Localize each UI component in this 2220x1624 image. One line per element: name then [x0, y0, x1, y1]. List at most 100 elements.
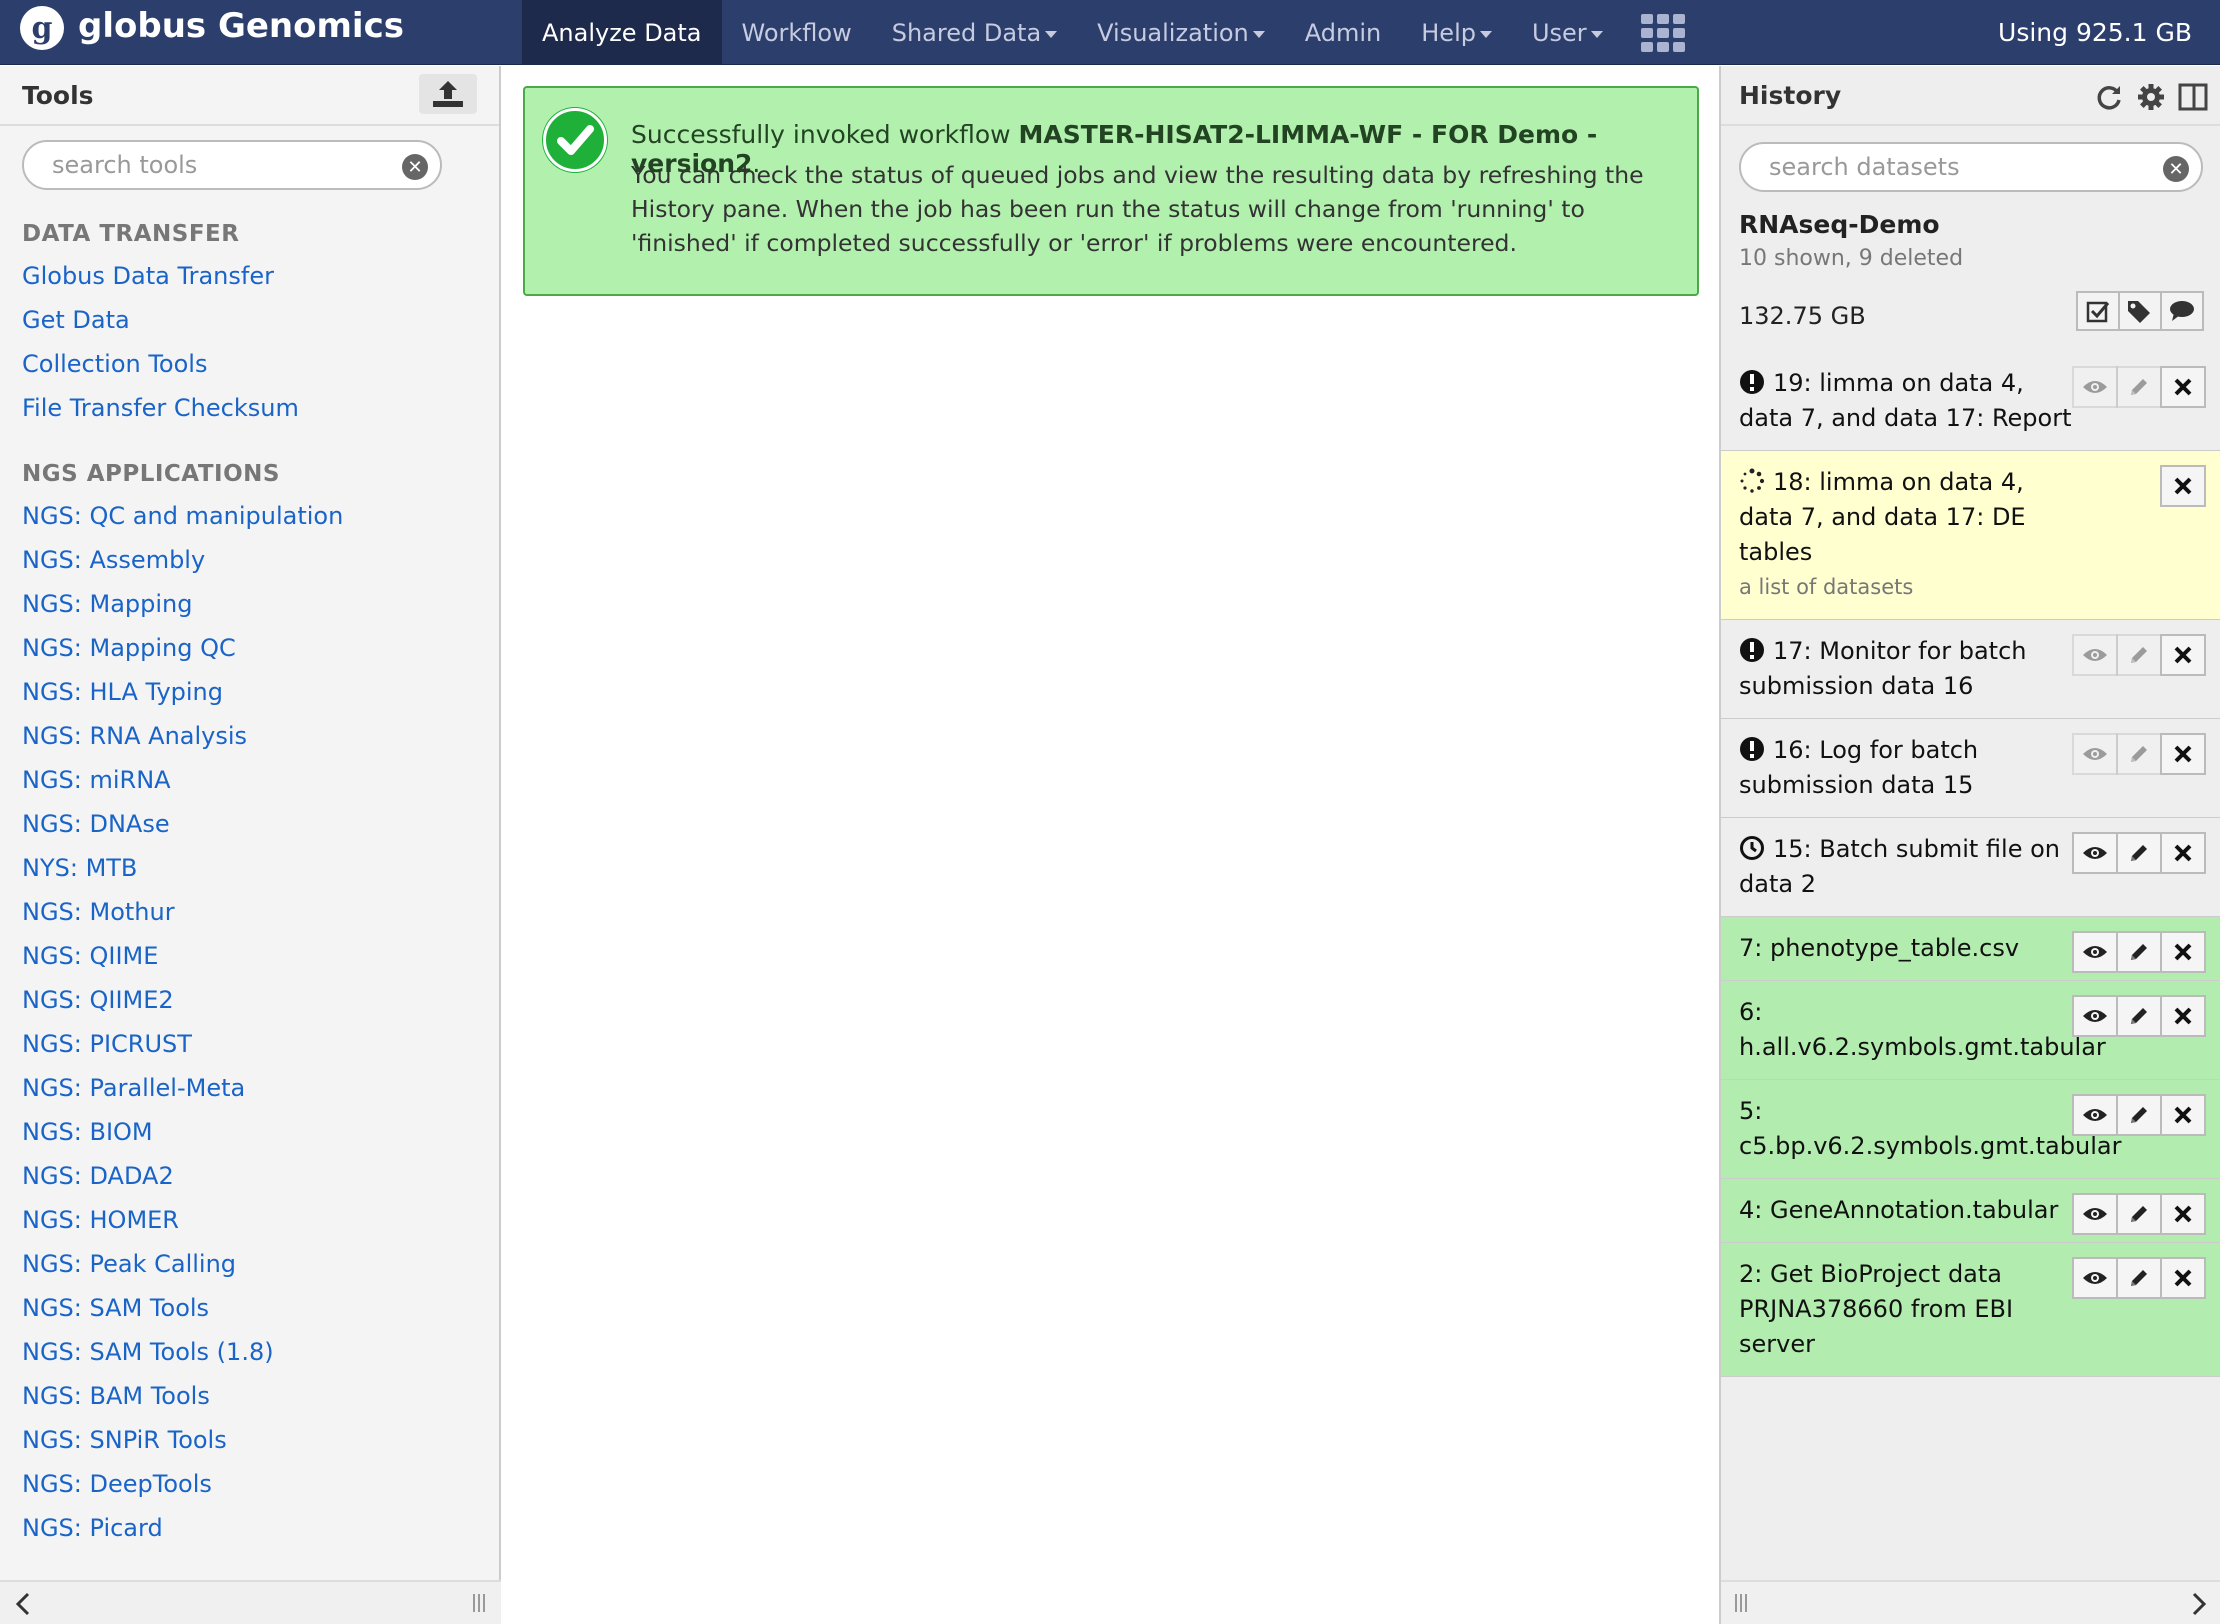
history-panel-scrollbar[interactable]	[1721, 1580, 2220, 1624]
select-items-button[interactable]	[2076, 291, 2120, 331]
resize-grip-icon[interactable]	[469, 1588, 489, 1618]
tool-search-input[interactable]: search tools ✕	[22, 140, 442, 190]
delete-button[interactable]	[2160, 465, 2206, 507]
edit-button[interactable]	[2116, 1094, 2162, 1136]
nav-help[interactable]: Help	[1401, 0, 1512, 65]
view-button[interactable]	[2072, 1094, 2118, 1136]
brand[interactable]: g globus Genomics	[20, 6, 404, 58]
delete-button[interactable]	[2160, 1193, 2206, 1235]
tool-link[interactable]: NGS: HLA Typing	[22, 670, 492, 714]
dataset-title[interactable]: 2: Get BioProject data PRJNA378660 from …	[1739, 1260, 2013, 1358]
dataset-title[interactable]: 15: Batch submit file on data 2	[1739, 835, 2060, 898]
delete-button[interactable]	[2160, 634, 2206, 676]
view-button[interactable]	[2072, 366, 2118, 408]
tool-link[interactable]: NGS: Peak Calling	[22, 1242, 492, 1286]
tool-link[interactable]: NGS: BIOM	[22, 1110, 492, 1154]
upload-button[interactable]	[419, 74, 477, 114]
dataset-item[interactable]: 19: limma on data 4, data 7, and data 17…	[1721, 352, 2220, 451]
tool-link[interactable]: Get Data	[22, 298, 492, 342]
tool-link[interactable]: NGS: SNPiR Tools	[22, 1418, 492, 1462]
clear-search-icon[interactable]: ✕	[2163, 156, 2189, 182]
nav-analyze-data[interactable]: Analyze Data	[522, 0, 722, 65]
tool-link[interactable]: NGS: DeepTools	[22, 1462, 492, 1506]
tool-link[interactable]: File Transfer Checksum	[22, 386, 492, 430]
dataset-title[interactable]: 7: phenotype_table.csv	[1739, 934, 2019, 962]
view-button[interactable]	[2072, 931, 2118, 973]
dataset-title[interactable]: 6: h.all.v6.2.symbols.gmt.tabular	[1739, 998, 2106, 1061]
tool-link[interactable]: NGS: Picard (1.128)	[22, 1550, 492, 1554]
delete-button[interactable]	[2160, 733, 2206, 775]
edit-button[interactable]	[2116, 1257, 2162, 1299]
edit-button[interactable]	[2116, 366, 2162, 408]
dataset-item[interactable]: 6: h.all.v6.2.symbols.gmt.tabular	[1721, 981, 2220, 1080]
delete-button[interactable]	[2160, 832, 2206, 874]
nav-admin[interactable]: Admin	[1285, 0, 1402, 65]
dataset-item[interactable]: 7: phenotype_table.csv	[1721, 917, 2220, 981]
tool-link[interactable]: NGS: DNAse	[22, 802, 492, 846]
dataset-item[interactable]: 16: Log for batch submission data 15	[1721, 719, 2220, 818]
columns-icon[interactable]	[2176, 80, 2210, 114]
delete-button[interactable]	[2160, 995, 2206, 1037]
dataset-search-input[interactable]: search datasets ✕	[1739, 142, 2203, 192]
tool-link[interactable]: NGS: QIIME2	[22, 978, 492, 1022]
view-button[interactable]	[2072, 1257, 2118, 1299]
tool-link[interactable]: NGS: Picard	[22, 1506, 492, 1550]
tool-link[interactable]: NGS: Parallel-Meta	[22, 1066, 492, 1110]
tool-link[interactable]: NYS: MTB	[22, 846, 492, 890]
tool-link[interactable]: NGS: Mapping QC	[22, 626, 492, 670]
apps-grid-icon[interactable]	[1640, 14, 1685, 52]
dataset-title[interactable]: 17: Monitor for batch submission data 16	[1739, 637, 2027, 700]
dataset-item[interactable]: 2: Get BioProject data PRJNA378660 from …	[1721, 1243, 2220, 1377]
dataset-item[interactable]: 5: c5.bp.v6.2.symbols.gmt.tabular	[1721, 1080, 2220, 1179]
dataset-title[interactable]: 19: limma on data 4, data 7, and data 17…	[1739, 369, 2072, 432]
tool-link[interactable]: NGS: QC and manipulation	[22, 494, 492, 538]
tool-link[interactable]: Collection Tools	[22, 342, 492, 386]
tool-link[interactable]: NGS: miRNA	[22, 758, 492, 802]
dataset-title[interactable]: 16: Log for batch submission data 15	[1739, 736, 1978, 799]
refresh-icon[interactable]	[2092, 80, 2126, 114]
dataset-item[interactable]: 4: GeneAnnotation.tabular	[1721, 1179, 2220, 1243]
edit-button[interactable]	[2116, 995, 2162, 1037]
gear-icon[interactable]	[2134, 80, 2168, 114]
view-button[interactable]	[2072, 995, 2118, 1037]
tool-link[interactable]: NGS: BAM Tools	[22, 1374, 492, 1418]
delete-button[interactable]	[2160, 1094, 2206, 1136]
nav-visualization[interactable]: Visualization	[1077, 0, 1285, 65]
tool-panel-scrollbar[interactable]	[0, 1580, 501, 1624]
delete-button[interactable]	[2160, 931, 2206, 973]
delete-button[interactable]	[2160, 1257, 2206, 1299]
tool-link[interactable]: NGS: Assembly	[22, 538, 492, 582]
tool-link[interactable]: NGS: RNA Analysis	[22, 714, 492, 758]
tool-link[interactable]: NGS: Mothur	[22, 890, 492, 934]
dataset-title[interactable]: 18: limma on data 4, data 7, and data 17…	[1739, 468, 2026, 566]
dataset-title[interactable]: 5: c5.bp.v6.2.symbols.gmt.tabular	[1739, 1097, 2121, 1160]
delete-button[interactable]	[2160, 366, 2206, 408]
tool-link[interactable]: NGS: HOMER	[22, 1198, 492, 1242]
resize-grip-icon[interactable]	[1731, 1588, 1751, 1618]
annotation-button[interactable]	[2160, 291, 2204, 331]
dataset-item[interactable]: 18: limma on data 4, data 7, and data 17…	[1721, 451, 2220, 620]
view-button[interactable]	[2072, 733, 2118, 775]
tool-link[interactable]: NGS: QIIME	[22, 934, 492, 978]
edit-button[interactable]	[2116, 733, 2162, 775]
view-button[interactable]	[2072, 634, 2118, 676]
edit-button[interactable]	[2116, 832, 2162, 874]
tool-link[interactable]: NGS: SAM Tools (1.8)	[22, 1330, 492, 1374]
tool-link[interactable]: NGS: SAM Tools	[22, 1286, 492, 1330]
edit-button[interactable]	[2116, 1193, 2162, 1235]
chevron-left-icon[interactable]	[8, 1584, 38, 1624]
dataset-item[interactable]: 17: Monitor for batch submission data 16	[1721, 620, 2220, 719]
dataset-item[interactable]: 15: Batch submit file on data 2	[1721, 818, 2220, 917]
tool-link[interactable]: Globus Data Transfer	[22, 254, 492, 298]
nav-user[interactable]: User	[1512, 0, 1623, 65]
tool-link[interactable]: NGS: PICRUST	[22, 1022, 492, 1066]
tool-link[interactable]: NGS: DADA2	[22, 1154, 492, 1198]
chevron-right-icon[interactable]	[2184, 1584, 2214, 1624]
tool-link[interactable]: NGS: Mapping	[22, 582, 492, 626]
history-name[interactable]: RNAseq-Demo	[1739, 210, 1940, 239]
view-button[interactable]	[2072, 832, 2118, 874]
tags-button[interactable]	[2118, 291, 2162, 331]
nav-workflow[interactable]: Workflow	[722, 0, 872, 65]
edit-button[interactable]	[2116, 931, 2162, 973]
nav-shared-data[interactable]: Shared Data	[872, 0, 1077, 65]
